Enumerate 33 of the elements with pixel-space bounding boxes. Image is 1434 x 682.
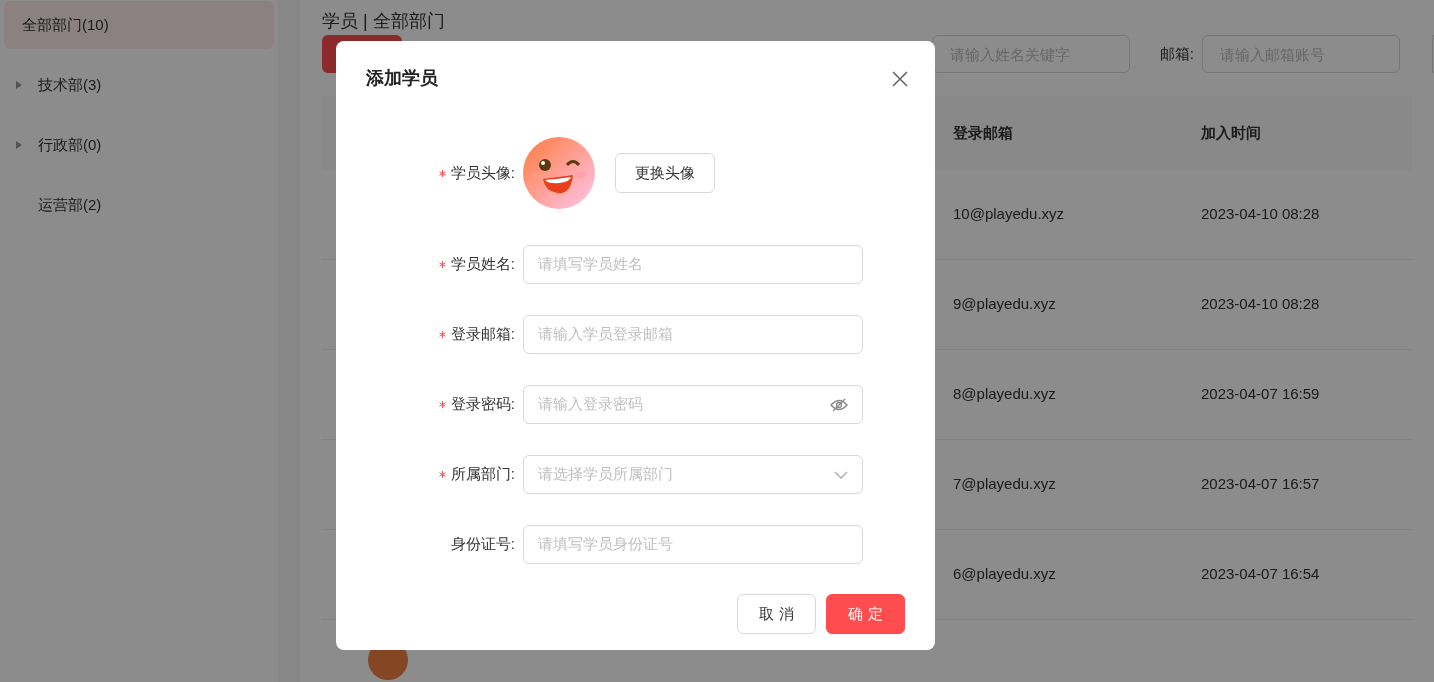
dialog-title: 添加学员 xyxy=(366,67,438,90)
table-cell-text: 9@playedu.xyz xyxy=(953,294,1057,315)
field-label: 学员头像: xyxy=(450,162,515,183)
field-label: 登录密码: xyxy=(450,394,515,415)
table-cell-text: 2023-04-07 16:57 xyxy=(1201,474,1321,495)
column-header: 加入时间 xyxy=(1201,122,1262,143)
placeholder-text: 请输入学员登录邮箱 xyxy=(538,324,674,345)
breadcrumb: 学员 | 全部部门 xyxy=(322,11,445,31)
field-label: 登录邮箱: xyxy=(450,324,515,345)
table-cell-text: 8@playedu.xyz xyxy=(953,384,1057,405)
sidebar-item[interactable]: 全部部门(10) xyxy=(4,1,274,49)
field-label: 身份证号: xyxy=(450,534,515,555)
field-label: 学员姓名: xyxy=(450,254,515,275)
filter-label: 邮箱: xyxy=(1159,43,1194,64)
sidebar-item[interactable]: 行政部(0) xyxy=(4,115,274,175)
placeholder-text: 请填写学员身份证号 xyxy=(538,534,674,555)
table-cell-text: 10@playedu.xyz xyxy=(953,204,1066,225)
placeholder-text: 请填写学员姓名 xyxy=(538,254,644,275)
table-cell-text: 2023-04-10 08:28 xyxy=(1201,294,1321,315)
change-avatar-button[interactable]: 更换头像 xyxy=(615,153,715,193)
table-cell-text: 2023-04-10 08:28 xyxy=(1201,204,1321,225)
sidebar-item[interactable]: 运营部(2) xyxy=(4,175,274,235)
sidebar-item[interactable]: 技术部(3) xyxy=(4,55,274,115)
placeholder-text: 请输入登录密码 xyxy=(538,394,644,415)
table-cell-text: 2023-04-07 16:59 xyxy=(1201,384,1321,405)
cancel-button[interactable]: 取 消 xyxy=(737,594,816,634)
field-label: 所属部门: xyxy=(450,464,515,485)
column-header: 登录邮箱 xyxy=(953,122,1014,143)
table-cell-text: 6@playedu.xyz xyxy=(953,564,1057,585)
placeholder-text: 请选择学员所属部门 xyxy=(538,464,674,485)
table-cell-text: 2023-04-07 16:54 xyxy=(1201,564,1321,585)
confirm-button[interactable]: 确 定 xyxy=(826,594,905,634)
table-cell-text: 7@playedu.xyz xyxy=(953,474,1057,495)
